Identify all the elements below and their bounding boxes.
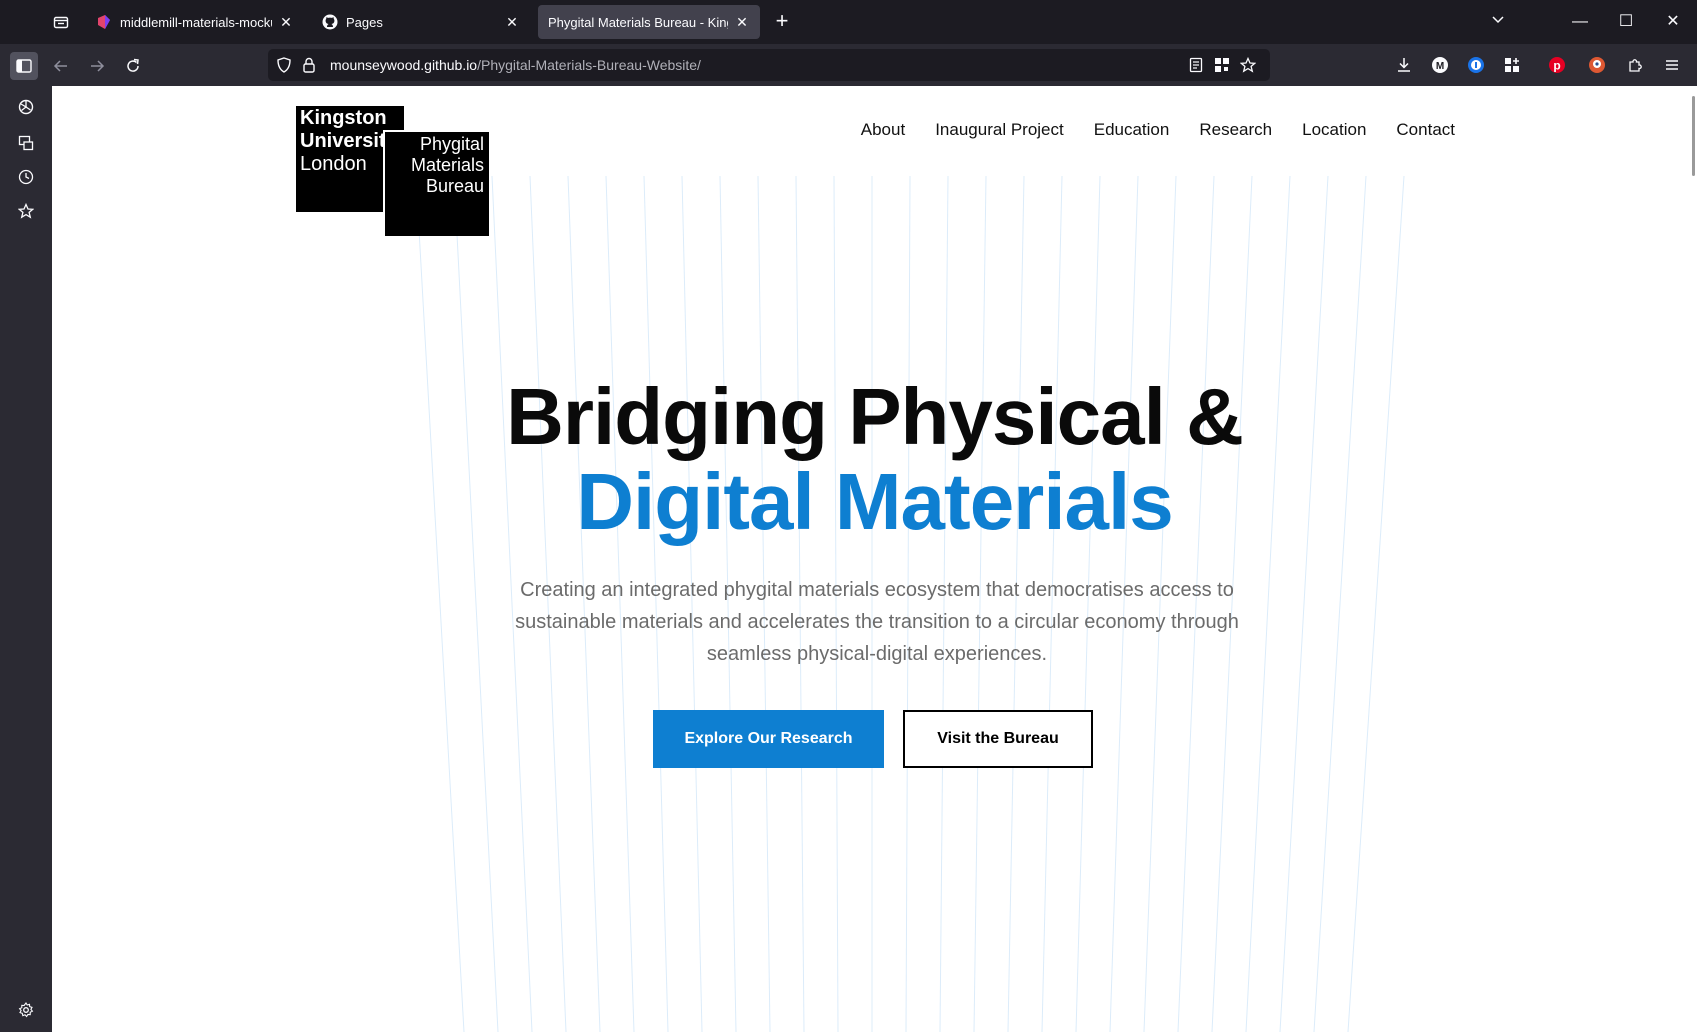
bookmark-star-icon[interactable]	[1238, 55, 1258, 75]
phygital-materials-bureau-logo[interactable]: Phygital Materials Bureau	[383, 130, 489, 236]
bookmarks-star-icon[interactable]	[15, 200, 37, 222]
logo-text: Kingston	[300, 107, 387, 129]
logo-text: Bureau	[425, 176, 484, 196]
tab-middlemill[interactable]: middlemill-materials-mockup - ✕	[86, 5, 304, 39]
qr-code-icon[interactable]	[1212, 55, 1232, 75]
forward-icon[interactable]	[83, 52, 111, 80]
lock-icon[interactable]	[299, 55, 319, 75]
app-menu-icon[interactable]	[1660, 53, 1684, 77]
url-text[interactable]: mounseywood.github.io/Phygital-Materials…	[330, 57, 701, 73]
history-clock-icon[interactable]	[15, 166, 37, 188]
password-manager-icon[interactable]	[1464, 53, 1488, 77]
new-tab-button[interactable]: +	[770, 10, 794, 34]
nav-education[interactable]: Education	[1094, 120, 1170, 140]
nav-contact[interactable]: Contact	[1396, 120, 1455, 140]
browser-sidebar-rail	[0, 86, 52, 1032]
nav-inaugural-project[interactable]: Inaugural Project	[935, 120, 1064, 140]
url-path: /Phygital-Materials-Bureau-Website/	[477, 57, 701, 73]
nav-research[interactable]: Research	[1199, 120, 1272, 140]
nav-about[interactable]: About	[861, 120, 905, 140]
back-icon[interactable]	[47, 52, 75, 80]
github-icon	[322, 14, 338, 30]
reload-icon[interactable]	[119, 52, 147, 80]
browser-navbar: mounseywood.github.io/Phygital-Materials…	[0, 44, 1697, 86]
list-all-tabs-icon[interactable]	[1486, 10, 1510, 34]
url-bar[interactable]: mounseywood.github.io/Phygital-Materials…	[268, 49, 1270, 81]
close-tab-icon[interactable]: ✕	[278, 14, 294, 31]
minimize-button[interactable]: —	[1568, 10, 1592, 34]
logo-text: Materials	[410, 155, 484, 175]
page-viewport: Kingston University London Phygital Mate…	[52, 86, 1697, 1032]
sidebar-toggle-icon[interactable]	[10, 52, 38, 80]
reader-view-icon[interactable]	[1186, 55, 1206, 75]
close-tab-icon[interactable]: ✕	[734, 14, 750, 31]
browser-titlebar: middlemill-materials-mockup - ✕ Pages ✕ …	[0, 0, 1697, 44]
hero-subtitle: Creating an integrated phygital material…	[515, 579, 1239, 665]
sidebar-settings-gear-icon[interactable]	[15, 999, 37, 1021]
explore-research-button[interactable]: Explore Our Research	[653, 710, 884, 768]
tab-title: Phygital Materials Bureau - Kingston	[548, 14, 728, 30]
tab-phygital-active[interactable]: Phygital Materials Bureau - Kingston ✕	[538, 5, 760, 39]
extension-m-icon[interactable]: M	[1428, 53, 1452, 77]
tab-pages[interactable]: Pages ✕	[312, 5, 530, 39]
site-nav: About Inaugural Project Education Resear…	[831, 120, 1455, 140]
nav-location[interactable]: Location	[1302, 120, 1366, 140]
close-window-button[interactable]: ✕	[1661, 10, 1685, 34]
pinterest-icon[interactable]: p	[1545, 53, 1569, 77]
maximize-button[interactable]: ☐	[1614, 10, 1638, 34]
tab-overview-icon[interactable]	[46, 10, 76, 34]
ai-chatbot-icon[interactable]	[15, 96, 37, 118]
synced-tabs-icon[interactable]	[15, 132, 37, 154]
hero-title-line2: Digital Materials	[576, 457, 1174, 546]
duckduckgo-icon[interactable]	[1585, 53, 1609, 77]
gitbook-icon	[96, 14, 112, 30]
close-tab-icon[interactable]: ✕	[504, 14, 520, 31]
svg-text:p: p	[1553, 59, 1560, 73]
extensions-grid-icon[interactable]	[1500, 53, 1524, 77]
page-scrollbar[interactable]	[1692, 96, 1695, 176]
visit-bureau-button[interactable]: Visit the Bureau	[903, 710, 1093, 768]
downloads-icon[interactable]	[1392, 53, 1416, 77]
tab-title: middlemill-materials-mockup -	[120, 14, 272, 30]
tracking-shield-icon[interactable]	[274, 55, 294, 75]
url-host: mounseywood.github.io	[330, 57, 478, 73]
svg-text:M: M	[1436, 61, 1444, 72]
hero-title-line1: Bridging Physical &	[506, 372, 1244, 461]
extensions-puzzle-icon[interactable]	[1624, 53, 1648, 77]
tab-title: Pages	[346, 14, 383, 30]
logo-text: Phygital	[419, 134, 484, 154]
background-grid-lines	[415, 175, 1405, 1032]
